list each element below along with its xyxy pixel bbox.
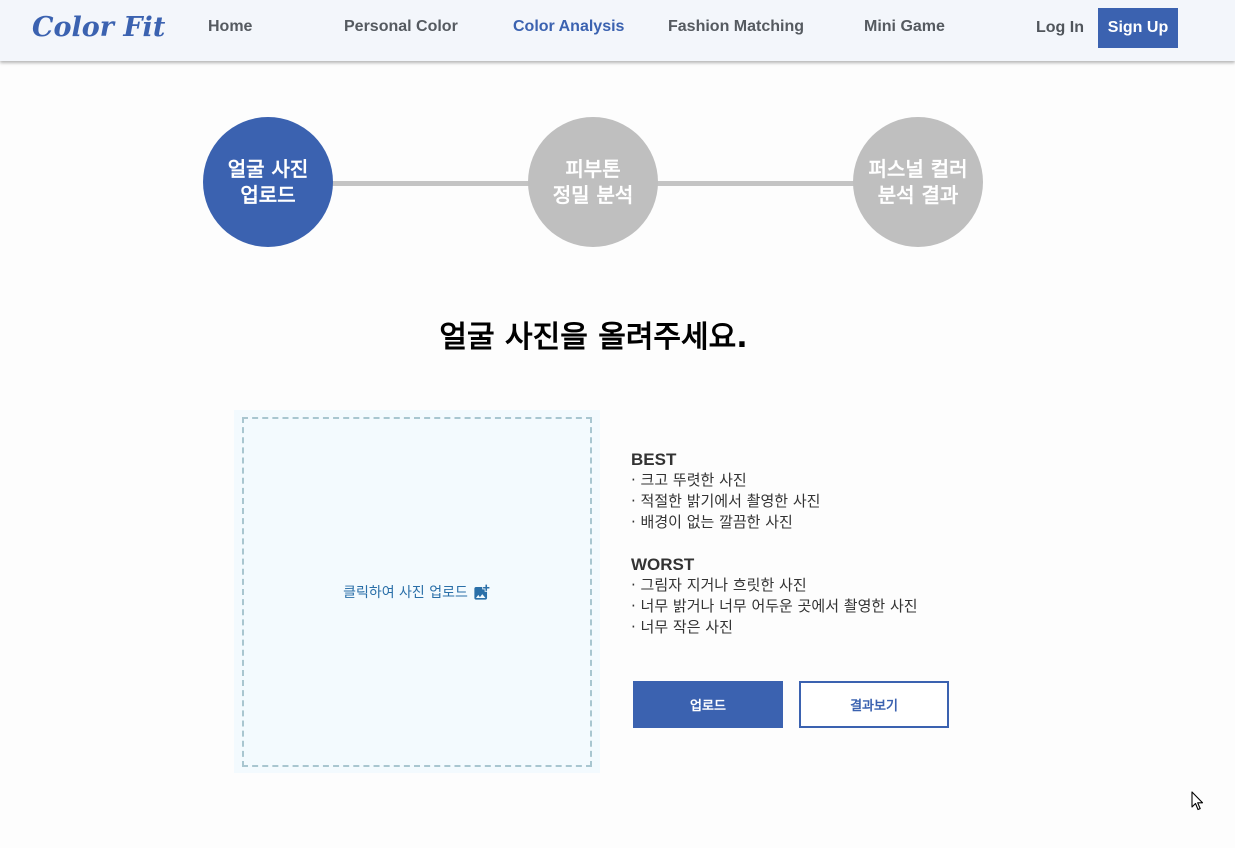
worst-item: · 너무 작은 사진 <box>631 618 733 636</box>
upload-area: 클릭하여 사진 업로드 <box>234 410 600 773</box>
login-link[interactable]: Log In <box>1036 19 1084 37</box>
signup-button[interactable]: Sign Up <box>1098 8 1178 48</box>
step-upload-photo: 얼굴 사진 업로드 <box>203 117 333 247</box>
step-label: 피부톤 정밀 분석 <box>552 157 634 207</box>
photo-guide: BEST · 크고 뚜렷한 사진 · 적절한 밝기에서 촬영한 사진 · 배경이… <box>631 450 918 638</box>
step-personal-color-result: 퍼스널 컬러 분석 결과 <box>853 117 983 247</box>
best-item: · 크고 뚜렷한 사진 <box>631 471 747 489</box>
best-heading: BEST <box>631 450 677 469</box>
step-connector <box>330 181 530 186</box>
add-photo-icon <box>472 583 491 602</box>
upload-hint-label: 클릭하여 사진 업로드 <box>343 585 468 601</box>
view-result-button[interactable]: 결과보기 <box>799 681 949 728</box>
worst-item: · 너무 밝거나 너무 어두운 곳에서 촬영한 사진 <box>631 597 918 615</box>
top-navbar: Color Fit Home Personal Color Color Anal… <box>0 0 1235 61</box>
step-label: 퍼스널 컬러 분석 결과 <box>868 157 968 207</box>
nav-mini-game[interactable]: Mini Game <box>864 18 945 36</box>
step-label: 얼굴 사진 업로드 <box>227 157 309 207</box>
mouse-cursor-icon <box>1191 791 1205 815</box>
worst-heading: WORST <box>631 555 695 574</box>
nav-color-analysis[interactable]: Color Analysis <box>513 18 624 36</box>
nav-personal-color[interactable]: Personal Color <box>344 18 458 36</box>
worst-item: · 그림자 지거나 흐릿한 사진 <box>631 576 807 594</box>
nav-fashion-matching[interactable]: Fashion Matching <box>668 18 804 36</box>
step-connector <box>655 181 855 186</box>
upload-dropzone[interactable]: 클릭하여 사진 업로드 <box>242 417 592 767</box>
upload-button[interactable]: 업로드 <box>633 681 783 728</box>
best-item: · 배경이 없는 깔끔한 사진 <box>631 513 793 531</box>
nav-home[interactable]: Home <box>208 18 252 36</box>
page-title: 얼굴 사진을 올려주세요. <box>439 320 748 355</box>
upload-hint[interactable]: 클릭하여 사진 업로드 <box>343 582 491 602</box>
best-item: · 적절한 밝기에서 촬영한 사진 <box>631 492 821 510</box>
step-skin-tone-analysis: 피부톤 정밀 분석 <box>528 117 658 247</box>
logo[interactable]: Color Fit <box>32 12 165 43</box>
